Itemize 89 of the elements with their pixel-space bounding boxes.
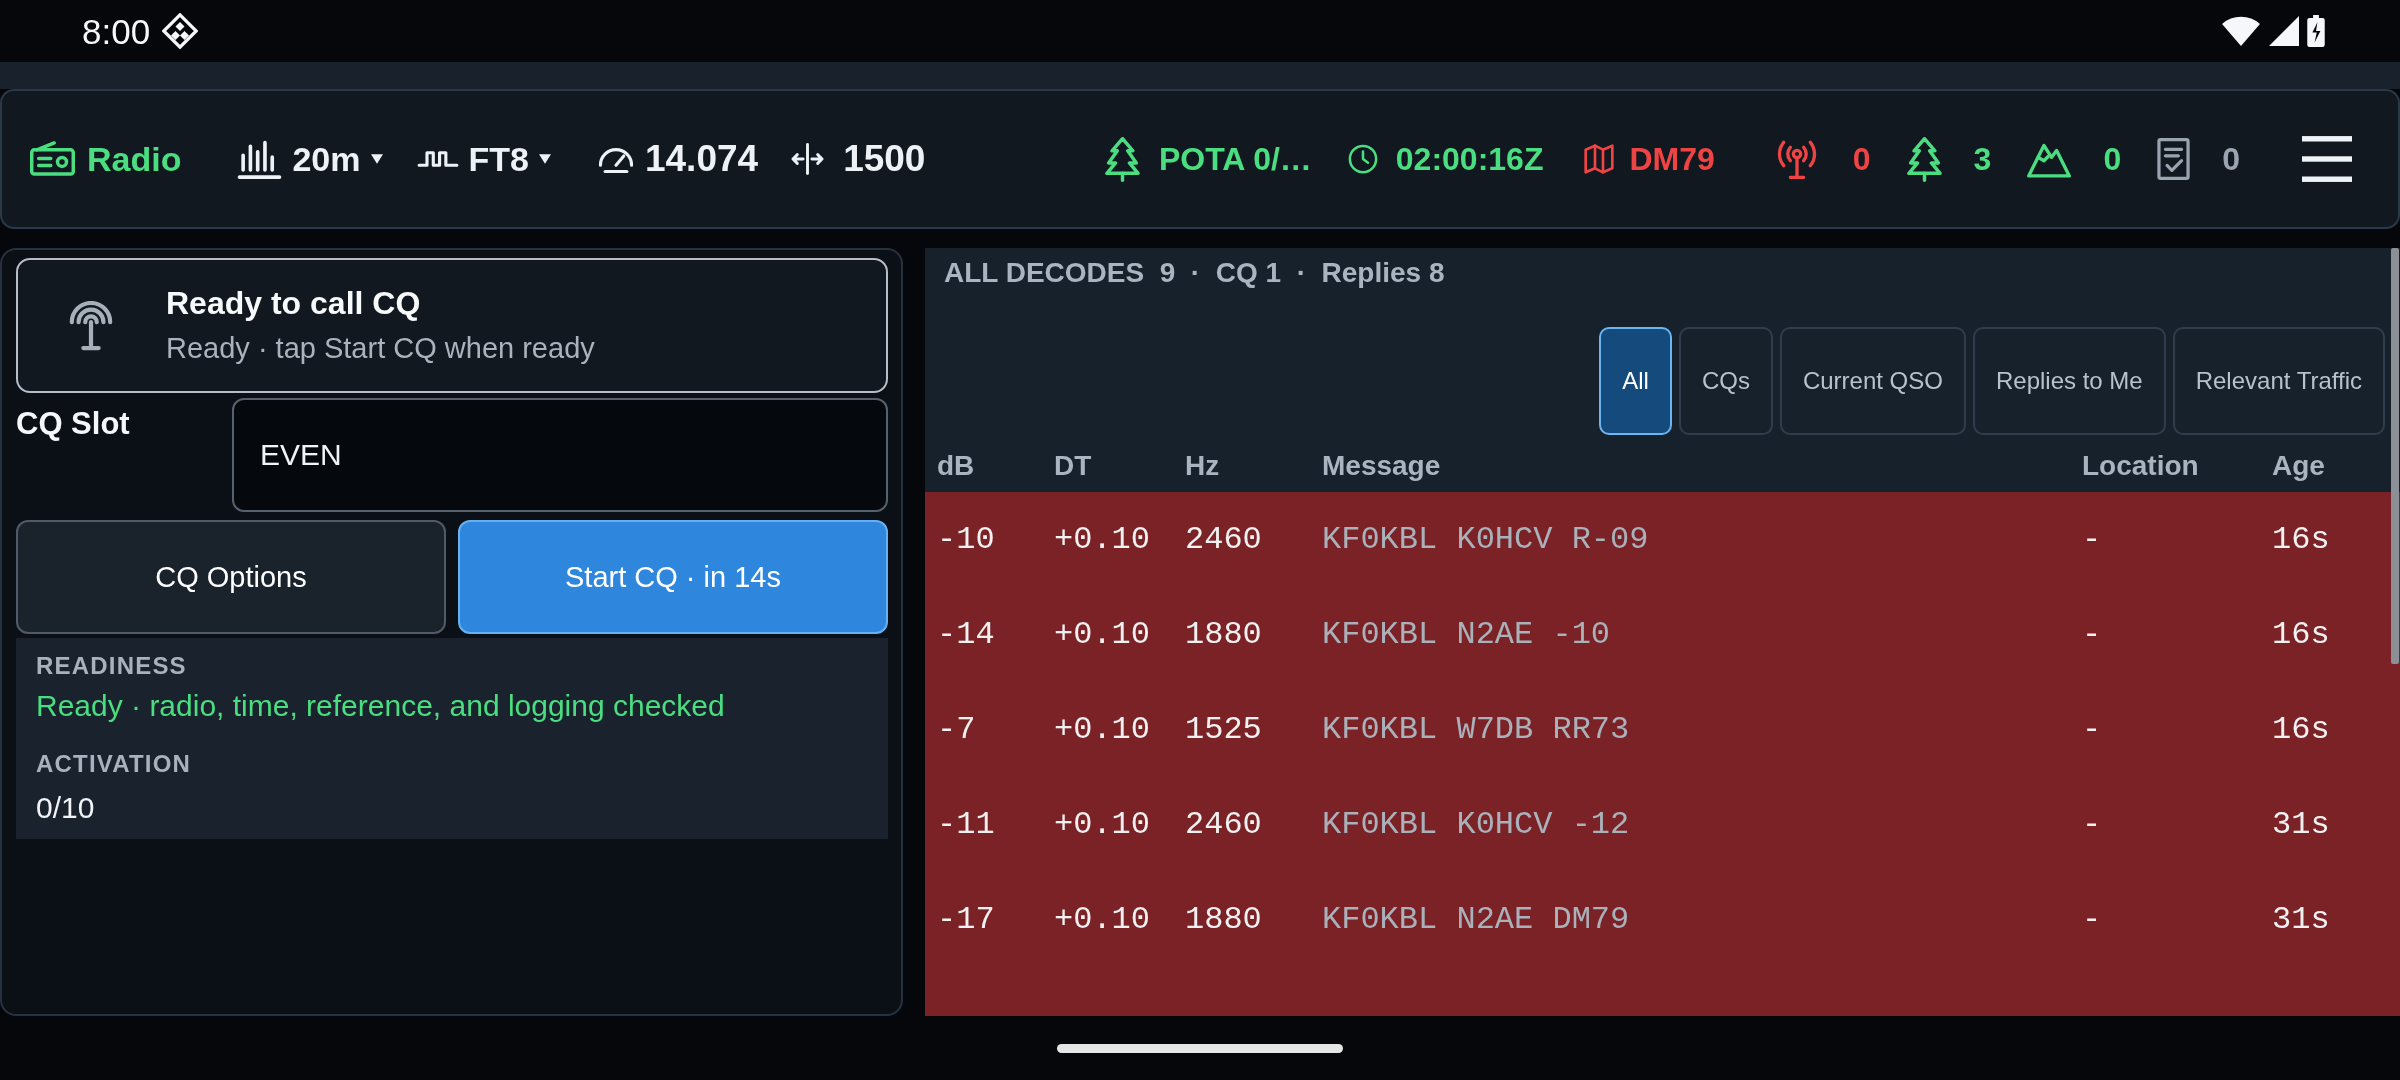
filter-chip[interactable]: Replies to Me (1972, 327, 2166, 435)
table-cell: +0.10 (1054, 521, 1150, 558)
section-heading: ACTIVATION (36, 750, 193, 778)
mode-dropdown[interactable]: FT8 (416, 138, 551, 180)
table-cell: -14 (937, 616, 995, 653)
table-cell: +0.10 (1054, 616, 1150, 653)
section-heading: READINESS (36, 652, 188, 680)
clock-icon (1347, 144, 1378, 174)
table-cell: +0.10 (1054, 901, 1150, 938)
square-wave-icon (416, 148, 459, 170)
table-cell: -11 (937, 806, 995, 843)
tree-icon (1906, 136, 1942, 182)
table-cell: -17 (937, 901, 995, 938)
table-cell: - (2082, 521, 2102, 558)
menu-button[interactable] (2302, 136, 2352, 182)
table-row[interactable]: -17 +0.10 1880 KF0KBL N2AE DM79 - 31s (925, 872, 2400, 967)
status-subtitle: Ready · tap Start CQ when ready (166, 332, 595, 366)
park-counter[interactable]: 3 (1906, 136, 1992, 182)
table-row[interactable]: -11 +0.10 2460 KF0KBL K0HCV -12 - 31s (925, 777, 2400, 872)
map-icon (1583, 142, 1616, 176)
filter-chip[interactable]: CQs (1678, 327, 1773, 435)
battery-icon (2307, 15, 2325, 47)
table-cell: - (2082, 806, 2102, 843)
table-cell: 16s (2272, 616, 2330, 653)
filter-chip[interactable]: Current QSO (1779, 327, 1966, 435)
tree-icon (1104, 136, 1140, 182)
table-cell: 1880 (1185, 901, 1262, 938)
table-cell: -10 (937, 521, 995, 558)
antenna-counter[interactable]: 0 (1772, 139, 1871, 179)
table-row[interactable]: -10 +0.10 2460 KF0KBL K0HCV R-09 - 16s (925, 492, 2400, 587)
filter-chip[interactable]: Relevant Traffic (2172, 327, 2385, 435)
table-cell: KF0KBL N2AE DM79 (1322, 901, 1630, 938)
band-dropdown[interactable]: 20m (237, 138, 383, 180)
decodes-summary: ALL DECODES 9 · CQ 1 · Replies 8 (943, 256, 1446, 290)
field-label: CQ Slot (16, 405, 131, 443)
log-counter[interactable]: 0 (2157, 138, 2240, 180)
summit-counter[interactable]: 0 (2027, 139, 2122, 179)
table-row[interactable]: -14 +0.10 1880 KF0KBL N2AE -10 - 16s (925, 587, 2400, 682)
table-cell: - (2082, 616, 2102, 653)
table-cell: -7 (937, 711, 976, 748)
table-cell: 2460 (1185, 521, 1262, 558)
table-cell: KF0KBL K0HCV R-09 (1322, 521, 1649, 558)
options-button[interactable]: CQ Options (16, 520, 446, 634)
start-cq-button[interactable]: Start CQ · in 14s (458, 520, 888, 634)
table-cell: 31s (2272, 806, 2330, 843)
table-cell: - (2082, 901, 2102, 938)
offset-button[interactable]: 1500 (790, 136, 926, 182)
gauge-icon (596, 145, 635, 173)
scrollbar-thumb[interactable] (2391, 248, 2399, 664)
diamond-icon (162, 13, 199, 49)
table-cell: +0.10 (1054, 806, 1150, 843)
status-title: Ready to call CQ (166, 285, 422, 323)
column-header: Hz (1185, 449, 1220, 482)
filter-chip[interactable]: All (1599, 327, 1672, 435)
activation-value: 0/10 (36, 790, 96, 826)
table-cell: KF0KBL W7DB RR73 (1322, 711, 1630, 748)
home-indicator[interactable] (1057, 1043, 1343, 1053)
table-cell: - (2082, 711, 2102, 748)
menu-icon (2302, 136, 2352, 182)
wifi-icon (2221, 16, 2261, 46)
column-header: dB (937, 449, 975, 482)
split-arrows-icon (790, 143, 826, 175)
table-cell: 16s (2272, 521, 2330, 558)
table-row[interactable]: -7 +0.10 1525 KF0KBL W7DB RR73 - 16s (925, 682, 2400, 777)
table-cell: 1880 (1185, 616, 1262, 653)
table-cell: KF0KBL K0HCV -12 (1322, 806, 1630, 843)
column-header: Age (2272, 449, 2325, 482)
column-header: DT (1054, 449, 1092, 482)
frequency-button[interactable]: 14.074 (596, 136, 759, 182)
column-header: Location (2082, 449, 2199, 482)
table-cell: KF0KBL N2AE -10 (1322, 616, 1611, 653)
table-cell: 1525 (1185, 711, 1262, 748)
column-header: Message (1322, 449, 1441, 482)
radio-icon (30, 141, 75, 177)
grid-square-button[interactable]: DM79 (1583, 139, 1715, 179)
bar-chart-icon (237, 139, 283, 179)
antenna-icon (68, 300, 114, 351)
readiness-status: Ready · radio, time, reference, and logging checked (36, 688, 726, 724)
signal-icon (2269, 16, 2299, 46)
radio-button[interactable]: Radio (30, 138, 182, 180)
table-cell: +0.10 (1054, 711, 1150, 748)
table-cell: 16s (2272, 711, 2330, 748)
utc-clock-button[interactable]: 02:00:16Z (1347, 139, 1544, 179)
table-cell: 2460 (1185, 806, 1262, 843)
status-time: 8:00 (82, 13, 151, 49)
table-cell: 31s (2272, 901, 2330, 938)
cq-slot-field[interactable]: EVEN (232, 398, 888, 512)
park-status-button[interactable]: POTA 0/… (1104, 136, 1312, 182)
checklist-icon (2157, 138, 2191, 180)
